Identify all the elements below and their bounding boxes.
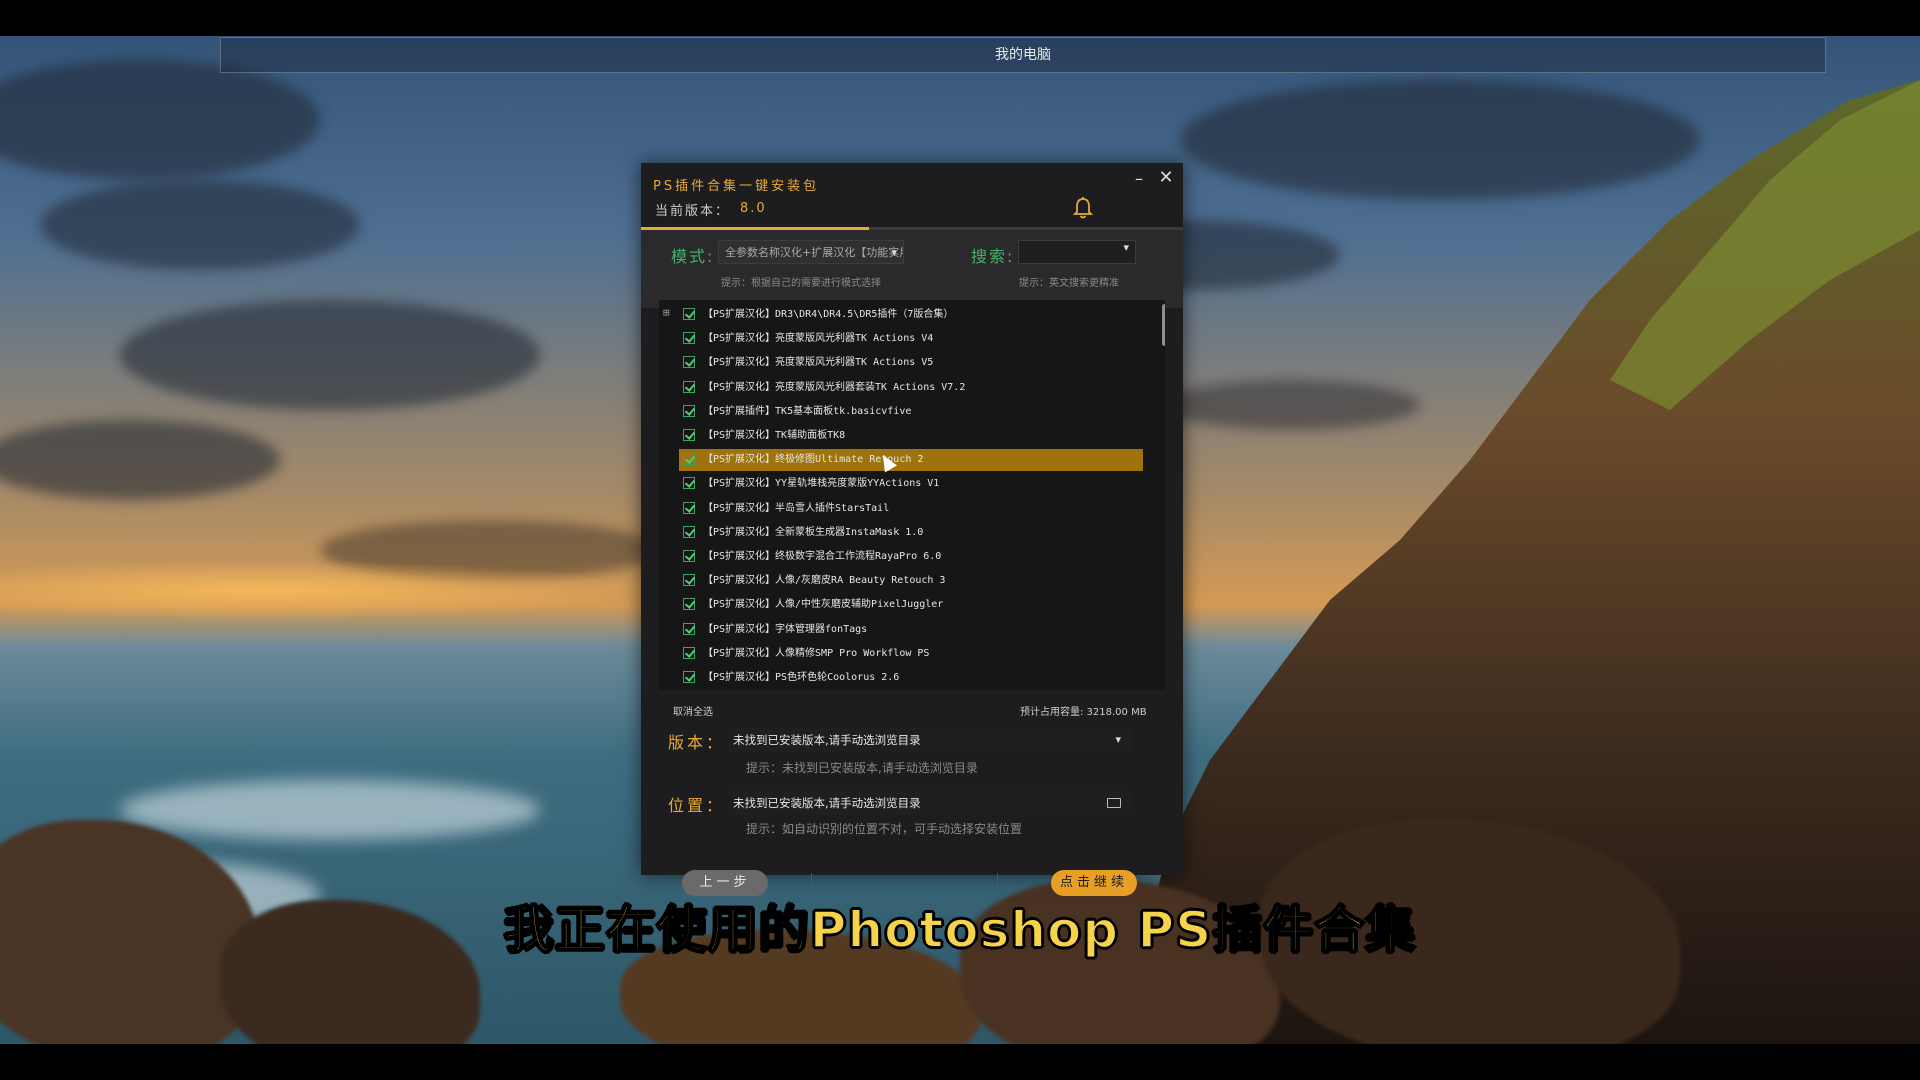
close-button[interactable]: ✕	[1158, 167, 1174, 188]
list-item[interactable]: 【PS扩展汉化】亮度蒙版风光利器套装TK Actions V7.2	[679, 377, 1143, 399]
list-item[interactable]: 【PS扩展插件】TK5基本面板tk.basicvfive	[679, 401, 1143, 423]
checkbox[interactable]	[683, 477, 695, 490]
cloud	[40, 180, 360, 270]
location-hint: 提示：如自动识别的位置不对，可手动选择安装位置	[746, 822, 1023, 836]
mode-dropdown[interactable]: 全参数名称汉化+扩展汉化【功能实用】 ▾	[718, 240, 904, 264]
list-item-label: 【PS扩展汉化】TK辅助面板TK8	[703, 430, 846, 441]
chevron-down-icon: ▾	[891, 246, 897, 259]
list-item[interactable]: 【PS扩展汉化】YY星轨堆栈亮度蒙版YYActions V1	[679, 473, 1143, 495]
chevron-down-icon: ▾	[1115, 733, 1121, 746]
list-item[interactable]: 【PS扩展汉化】终极数字混合工作流程RayaPro 6.0	[679, 546, 1143, 568]
checkbox[interactable]	[683, 525, 695, 538]
sea-foam	[120, 780, 540, 840]
checkbox[interactable]	[683, 646, 695, 659]
checkbox[interactable]	[683, 598, 695, 611]
list-item-label: 【PS扩展汉化】全新蒙板生成器InstaMask 1.0	[703, 526, 924, 538]
list-item[interactable]: 【PS扩展汉化】半岛雪人插件StarsTail	[679, 498, 1143, 520]
checkbox[interactable]	[683, 453, 695, 466]
deselect-all-link[interactable]: 取消全选	[673, 703, 713, 718]
mode-hint: 提示：根据自己的需要进行模式选择	[721, 278, 881, 289]
list-item-label: 【PS扩展汉化】人像精修SMP Pro Workflow PS	[703, 647, 930, 659]
version-value: 8.0	[740, 201, 767, 216]
search-hint: 提示：英文搜索更精准	[1019, 278, 1119, 289]
estimated-capacity: 预计占用容量: 3218.00 MB	[1020, 707, 1147, 718]
letterbox-top	[0, 0, 1920, 36]
cloud	[120, 300, 540, 410]
checkbox[interactable]	[683, 671, 695, 683]
search-input[interactable]: ▾	[1018, 240, 1136, 264]
letterbox-bottom	[0, 1044, 1920, 1080]
list-item-label: 【PS扩展汉化】亮度蒙版风光利器TK Actions V4	[703, 333, 934, 345]
list-scrollbar[interactable]	[1162, 304, 1165, 346]
list-item[interactable]: 【PS扩展汉化】人像精修SMP Pro Workflow PS	[679, 643, 1143, 665]
list-item[interactable]: 【PS扩展汉化】亮度蒙版风光利器TK Actions V4	[679, 328, 1143, 350]
video-subtitle: 我正在使用的Photoshop PS插件合集	[503, 900, 1417, 960]
list-item[interactable]: 【PS扩展汉化】亮度蒙版风光利器TK Actions V5	[679, 352, 1143, 374]
bell-icon[interactable]	[1072, 196, 1094, 220]
cloud	[0, 60, 320, 180]
cloud	[0, 420, 280, 500]
remote-desktop-titlebar: 我的电脑	[220, 37, 1826, 73]
mode-search-row: 模式: 全参数名称汉化+扩展汉化【功能实用】 ▾ 搜索: ▾ 提示：根据自己的需…	[641, 230, 1183, 308]
list-item[interactable]: 【PS扩展汉化】TK辅助面板TK8	[679, 425, 1143, 447]
list-item[interactable]: 【PS扩展汉化】DR3\DR4\DR4.5\DR5插件（7版合集）	[679, 304, 1143, 326]
list-item-label: 【PS扩展插件】TK5基本面板tk.basicvfive	[703, 405, 912, 417]
folder-icon[interactable]	[1107, 798, 1121, 808]
list-item-label: 【PS扩展汉化】PS色环色轮Coolorus 2.6	[703, 672, 900, 683]
checkbox[interactable]	[683, 501, 695, 514]
location-label: 位置：	[668, 796, 726, 815]
version-select-label: 版本：	[668, 733, 726, 752]
location-field-value: 未找到已安装版本,请手动选浏览目录	[733, 796, 921, 810]
checkbox[interactable]	[683, 429, 695, 441]
list-item[interactable]: 【PS扩展汉化】全新蒙板生成器InstaMask 1.0	[679, 522, 1143, 544]
list-item[interactable]: 【PS扩展汉化】人像/中性灰磨皮辅助PixelJuggler	[679, 594, 1143, 616]
list-item-label: 【PS扩展汉化】终极数字混合工作流程RayaPro 6.0	[703, 551, 942, 562]
sunset-glow	[0, 560, 660, 620]
location-field[interactable]: 未找到已安装版本,请手动选浏览目录	[729, 791, 1131, 815]
mode-selected-value: 全参数名称汉化+扩展汉化【功能实用】	[725, 246, 904, 259]
window-title: PS插件合集一键安装包	[653, 179, 820, 194]
tree-expand-icon[interactable]: ⊞	[663, 306, 670, 319]
list-item-label: 【PS扩展汉化】YY星轨堆栈亮度蒙版YYActions V1	[703, 478, 940, 490]
checkbox[interactable]	[683, 550, 695, 562]
list-item-label: 【PS扩展汉化】字体管理器fonTags	[703, 623, 868, 635]
list-item-label: 【PS扩展汉化】DR3\DR4\DR4.5\DR5插件（7版合集）	[703, 309, 954, 320]
topbar-title: 我的电脑	[995, 47, 1051, 63]
list-item-label: 【PS扩展汉化】亮度蒙版风光利器套装TK Actions V7.2	[703, 381, 966, 393]
chevron-down-icon: ▾	[1123, 241, 1129, 254]
plugin-list: ⊞ 【PS扩展汉化】DR3\DR4\DR4.5\DR5插件（7版合集） 【PS扩展…	[659, 300, 1165, 690]
installer-window: PS插件合集一键安装包 当前版本： 8.0 – ✕ 模式: 全参数名称汉化+扩展…	[641, 163, 1183, 897]
list-item[interactable]: 【PS扩展汉化】终极修图Ultimate Retouch 2	[679, 449, 1143, 472]
checkbox[interactable]	[683, 404, 695, 417]
list-item-label: 【PS扩展汉化】人像/中性灰磨皮辅助PixelJuggler	[703, 599, 944, 611]
version-dropdown-value: 未找到已安装版本,请手动选浏览目录	[733, 733, 921, 747]
list-item-label: 【PS扩展汉化】人像/灰磨皮RA Beauty Retouch 3	[703, 575, 946, 587]
list-item[interactable]: 【PS扩展汉化】人像/灰磨皮RA Beauty Retouch 3	[679, 570, 1143, 592]
list-item-label: 【PS扩展汉化】半岛雪人插件StarsTail	[703, 502, 890, 514]
checkbox[interactable]	[683, 574, 695, 587]
search-label: 搜索:	[971, 247, 1015, 266]
checkbox[interactable]	[683, 308, 695, 320]
mode-label: 模式:	[671, 247, 715, 266]
checkbox[interactable]	[683, 356, 695, 369]
version-hint: 提示：未找到已安装版本,请手动选浏览目录	[746, 761, 978, 775]
version-dropdown[interactable]: 未找到已安装版本,请手动选浏览目录 ▾	[729, 728, 1131, 752]
list-item[interactable]: 【PS扩展汉化】字体管理器fonTags	[679, 619, 1143, 641]
list-item[interactable]: 【PS扩展汉化】PS色环色轮Coolorus 2.6	[679, 667, 1143, 689]
checkbox[interactable]	[683, 622, 695, 635]
version-label: 当前版本：	[655, 204, 731, 219]
checkbox[interactable]	[683, 332, 695, 345]
minimize-button[interactable]: –	[1131, 169, 1147, 188]
checkbox[interactable]	[683, 380, 695, 393]
list-item-label: 【PS扩展汉化】亮度蒙版风光利器TK Actions V5	[703, 357, 934, 369]
